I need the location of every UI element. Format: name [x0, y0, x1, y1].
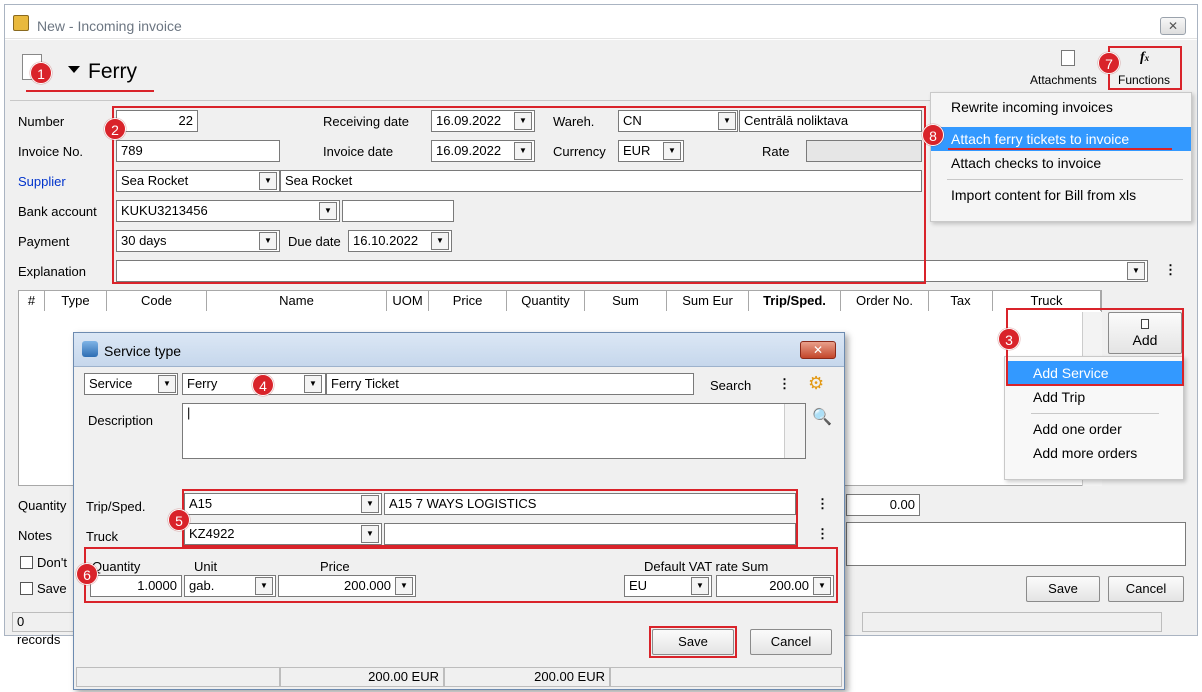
- badge-6: 6: [76, 563, 98, 585]
- service-type-dialog: Service type ✕ Service ▼ Ferry ▼ Ferry T…: [73, 332, 845, 690]
- status-panel-right: [862, 612, 1162, 632]
- menu-item-add-one-order[interactable]: Add one order: [1005, 417, 1183, 441]
- save-checkbox-label: Save: [37, 581, 67, 596]
- trip-truck-highlight: [182, 489, 798, 547]
- menu-separator: [947, 179, 1183, 180]
- type-dropdown-icon[interactable]: ▼: [158, 375, 176, 393]
- col-type[interactable]: Type: [45, 291, 107, 311]
- service-name-field[interactable]: Ferry Ticket: [326, 373, 694, 395]
- col-quantity[interactable]: Quantity: [507, 291, 585, 311]
- add-menu-separator: [1031, 413, 1159, 414]
- form-highlight: [112, 106, 926, 284]
- col-sum[interactable]: Sum: [585, 291, 667, 311]
- menu-item-add-trip[interactable]: Add Trip: [1005, 385, 1183, 409]
- badge-2: 2: [104, 118, 126, 140]
- close-button[interactable]: ✕: [1160, 17, 1186, 35]
- total-field: 0.00: [846, 494, 920, 516]
- bank-account-label: Bank account: [18, 204, 97, 219]
- description-field[interactable]: |: [182, 403, 806, 459]
- col-sum-eur[interactable]: Sum Eur: [667, 291, 749, 311]
- notes-label: Notes: [18, 528, 52, 543]
- col-price[interactable]: Price: [429, 291, 507, 311]
- attachments-button[interactable]: Attachments: [1030, 73, 1097, 87]
- badge-1: 1: [30, 62, 52, 84]
- menu-item-import-xls[interactable]: Import content for Bill from xls: [931, 183, 1191, 207]
- document-title: Ferry: [88, 60, 137, 83]
- app-icon: [13, 15, 29, 31]
- badge-4: 4: [252, 374, 274, 396]
- col-trip-sped[interactable]: Trip/Sped.: [749, 291, 841, 311]
- dialog-title-bar: Service type ✕: [74, 333, 844, 367]
- col-tax[interactable]: Tax: [929, 291, 993, 311]
- supplier-link[interactable]: Supplier: [18, 174, 66, 189]
- explanation-dropdown-icon[interactable]: ▼: [1127, 262, 1145, 280]
- col-uom[interactable]: UOM: [387, 291, 429, 311]
- trip-label: Trip/Sped.: [86, 499, 146, 514]
- truck-more-icon[interactable]: ⋮: [816, 526, 829, 542]
- records-count: 0 records: [12, 612, 74, 647]
- functions-highlight: [1108, 46, 1182, 90]
- payment-label: Payment: [18, 234, 70, 249]
- col-order-no[interactable]: Order No.: [841, 291, 929, 311]
- title-underline: [26, 90, 154, 92]
- dialog-status-total-2: 200.00 EUR: [444, 667, 610, 687]
- dialog-app-icon: [82, 341, 98, 357]
- description-scrollbar[interactable]: [784, 404, 805, 458]
- explanation-label: Explanation: [18, 264, 86, 279]
- dialog-status-left: [76, 667, 280, 687]
- dont-checkbox[interactable]: [20, 556, 33, 569]
- col-code[interactable]: Code: [107, 291, 207, 311]
- quantity-label: Quantity: [18, 498, 67, 513]
- save-checkbox[interactable]: [20, 582, 33, 595]
- trip-more-icon[interactable]: ⋮: [816, 496, 829, 512]
- more-icon[interactable]: ⋮: [778, 376, 791, 392]
- truck-label: Truck: [86, 529, 119, 544]
- attachments-icon[interactable]: [1061, 50, 1075, 66]
- col-hash[interactable]: #: [19, 291, 45, 311]
- badge-3: 3: [998, 328, 1020, 350]
- add-highlight: [1006, 308, 1184, 386]
- functions-menu: Rewrite incoming invoices Attach ferry t…: [930, 92, 1192, 222]
- badge-8: 8: [922, 124, 944, 146]
- description-label: Description: [88, 413, 154, 428]
- dialog-close-button[interactable]: ✕: [800, 341, 836, 359]
- menu-item-rewrite[interactable]: Rewrite incoming invoices: [931, 95, 1191, 119]
- service-code-dropdown-icon[interactable]: ▼: [304, 375, 322, 393]
- attach-underline: [948, 148, 1172, 150]
- explanation-more-icon[interactable]: ⋮: [1164, 262, 1177, 278]
- chevron-down-icon[interactable]: [68, 66, 80, 73]
- badge-5: 5: [168, 509, 190, 531]
- dialog-save-highlight: [649, 626, 737, 658]
- invoice-no-label: Invoice No.: [18, 144, 84, 159]
- dialog-status-right: [610, 667, 842, 687]
- dont-label: Don't: [37, 555, 67, 570]
- dialog-title: Service type: [104, 343, 182, 359]
- menu-item-attach-checks[interactable]: Attach checks to invoice: [931, 151, 1191, 175]
- menu-item-add-more-orders[interactable]: Add more orders: [1005, 441, 1183, 465]
- main-cancel-button[interactable]: Cancel: [1108, 576, 1184, 602]
- col-name[interactable]: Name: [207, 291, 387, 311]
- badge-7: 7: [1098, 52, 1120, 74]
- search-label[interactable]: Search: [710, 378, 751, 393]
- title-bar: New - Incoming invoice ✕: [5, 5, 1197, 39]
- window-title: New - Incoming invoice: [37, 18, 182, 34]
- dialog-cancel-button[interactable]: Cancel: [750, 629, 832, 655]
- qty-price-highlight: [84, 547, 838, 603]
- main-save-button[interactable]: Save: [1026, 576, 1100, 602]
- table-header: # Type Code Name UOM Price Quantity Sum …: [19, 291, 1101, 311]
- notes-field[interactable]: [846, 522, 1186, 566]
- gear-icon[interactable]: ⚙: [808, 373, 824, 394]
- search-icon[interactable]: 🔍: [812, 407, 832, 427]
- number-label: Number: [18, 114, 65, 129]
- dialog-status-total-1: 200.00 EUR: [280, 667, 444, 687]
